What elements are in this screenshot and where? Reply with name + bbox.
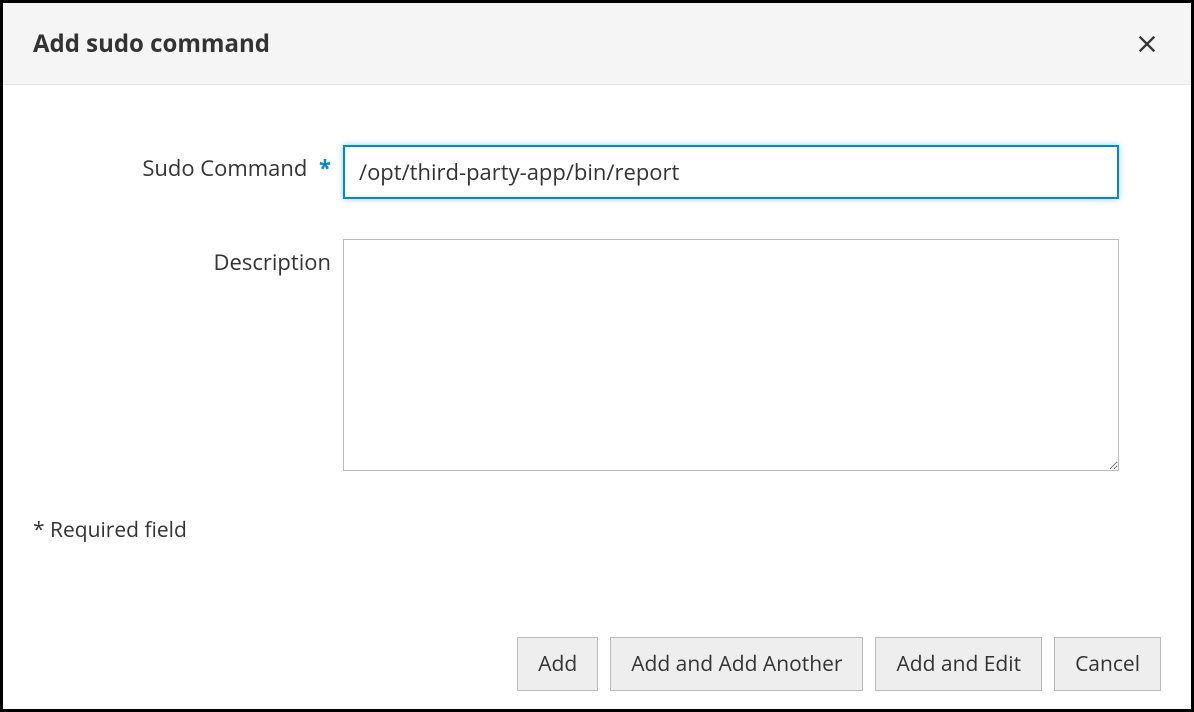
add-and-edit-button[interactable]: Add and Edit xyxy=(875,637,1042,691)
description-label: Description xyxy=(33,239,343,277)
description-textarea[interactable] xyxy=(343,239,1119,471)
required-field-note: * Required field xyxy=(33,516,1161,544)
required-asterisk-icon: * xyxy=(319,153,331,183)
form-row-description: Description xyxy=(33,239,1161,476)
modal-footer: Add Add and Add Another Add and Edit Can… xyxy=(517,637,1161,691)
close-icon[interactable] xyxy=(1133,30,1161,58)
add-button[interactable]: Add xyxy=(517,637,598,691)
modal-title: Add sudo command xyxy=(33,27,270,60)
add-and-add-another-button[interactable]: Add and Add Another xyxy=(610,637,863,691)
sudo-command-label: Sudo Command * xyxy=(33,145,343,183)
form-row-sudo-command: Sudo Command * xyxy=(33,145,1161,199)
modal-header: Add sudo command xyxy=(3,3,1191,85)
modal-body: Sudo Command * Description * Required fi… xyxy=(3,85,1191,574)
cancel-button[interactable]: Cancel xyxy=(1054,637,1161,691)
sudo-command-input[interactable] xyxy=(343,145,1119,199)
